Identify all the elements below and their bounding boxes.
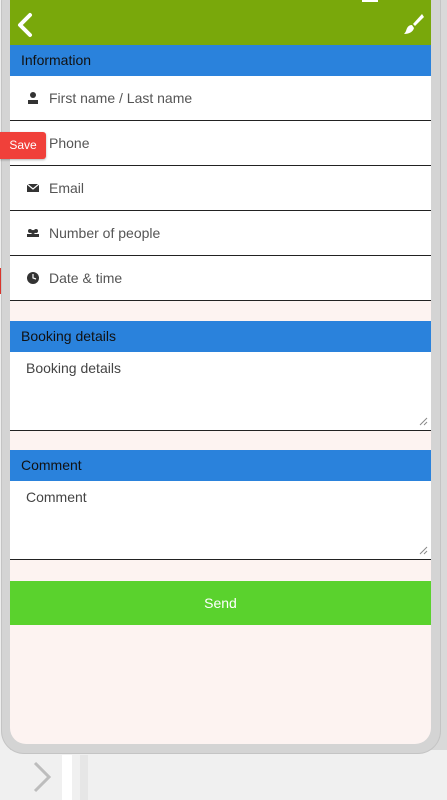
group-icon <box>27 229 39 237</box>
resize-grip-icon[interactable] <box>419 546 428 555</box>
comment-textarea[interactable]: Comment <box>10 481 431 560</box>
top-bar <box>10 0 431 45</box>
datetime-placeholder: Date & time <box>49 270 123 286</box>
chevron-left-icon[interactable] <box>14 12 38 38</box>
email-field[interactable]: Email <box>10 166 431 211</box>
paint-brush-icon[interactable] <box>404 13 424 35</box>
save-button[interactable]: Save <box>0 132 46 159</box>
section-header-booking-details: Booking details <box>10 321 431 352</box>
background-column <box>62 755 72 800</box>
people-field[interactable]: Number of people <box>10 211 431 256</box>
phone-field[interactable]: Phone <box>10 121 431 166</box>
envelope-icon <box>26 183 40 192</box>
section-header-information: Information <box>10 45 431 76</box>
resize-grip-icon[interactable] <box>419 417 428 426</box>
comment-placeholder: Comment <box>26 489 87 505</box>
phone-placeholder: Phone <box>49 135 90 151</box>
chevron-right-icon[interactable] <box>30 760 54 794</box>
phone-frame: Information First name / Last name Phone… <box>2 0 440 753</box>
send-button[interactable]: Send <box>10 581 431 625</box>
datetime-field[interactable]: Date & time <box>10 256 431 301</box>
background-column-2 <box>80 755 88 800</box>
status-indicator <box>362 0 378 2</box>
name-field[interactable]: First name / Last name <box>10 76 431 121</box>
email-placeholder: Email <box>49 180 85 196</box>
booking-details-textarea[interactable]: Booking details <box>10 352 431 431</box>
people-placeholder: Number of people <box>49 225 161 241</box>
person-icon <box>28 92 38 104</box>
app-screen: Information First name / Last name Phone… <box>10 0 431 744</box>
clock-icon <box>27 272 39 284</box>
booking-details-placeholder: Booking details <box>26 360 121 376</box>
name-placeholder: First name / Last name <box>49 90 193 106</box>
section-header-comment: Comment <box>10 450 431 481</box>
